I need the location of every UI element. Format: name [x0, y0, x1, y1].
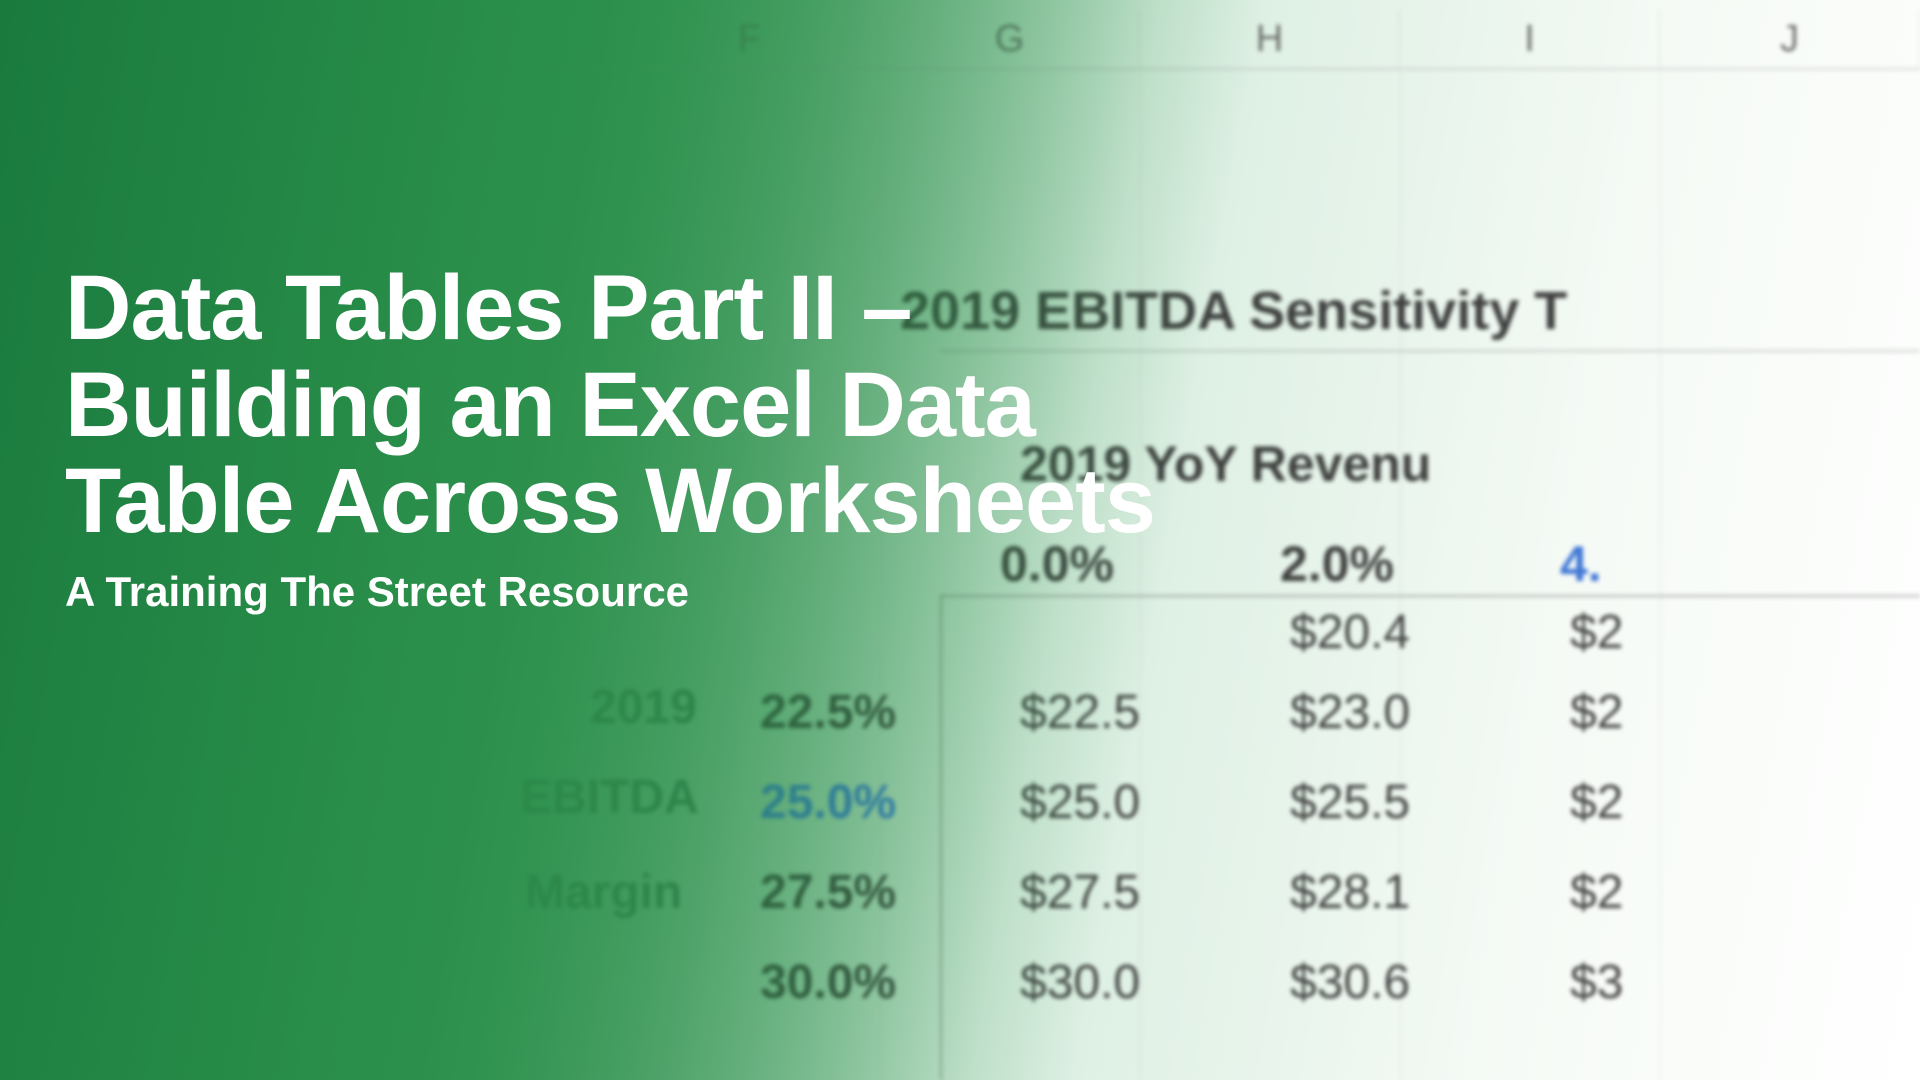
col-header-e: E	[340, 10, 620, 68]
title-line-3: Table Across Worksheets	[65, 453, 1720, 550]
title-block: Data Tables Part II – Building an Excel …	[65, 260, 1720, 616]
data-cell: $30.6	[1290, 955, 1410, 1010]
title-line-1: Data Tables Part II –	[65, 260, 1720, 357]
margin-pct-cell: 22.5%	[760, 685, 896, 740]
margin-pct-cell: 30.0%	[760, 955, 896, 1010]
data-cell: $3	[1570, 955, 1623, 1010]
main-title: Data Tables Part II – Building an Excel …	[65, 260, 1720, 550]
faint-cell: 25.0%	[190, 775, 326, 830]
col-header-d: D	[0, 10, 340, 68]
column-headers-row: D E F G H I J	[0, 10, 1920, 70]
data-cell: $27.5	[1020, 865, 1140, 920]
data-cell: $22.5	[1020, 685, 1140, 740]
title-line-2: Building an Excel Data	[65, 357, 1720, 454]
col-header-f: F	[620, 10, 880, 68]
row-label-margin: Margin	[525, 865, 682, 920]
data-cell: $25.0	[1020, 775, 1140, 830]
data-cell: $25.5	[1290, 775, 1410, 830]
row-label-2019: 2019	[590, 680, 697, 735]
data-cell: $2	[1570, 685, 1623, 740]
data-cell: $2	[1570, 865, 1623, 920]
subtitle: A Training The Street Resource	[65, 568, 1720, 616]
data-cell: $23.0	[1290, 685, 1410, 740]
col-header-j: J	[1660, 10, 1920, 68]
row-label-ebitda: EBITDA	[520, 770, 699, 825]
margin-pct-cell: 27.5%	[760, 865, 896, 920]
table-border	[940, 595, 942, 1080]
col-header-g: G	[880, 10, 1140, 68]
col-header-h: H	[1140, 10, 1400, 68]
data-cell: $2	[1570, 775, 1623, 830]
data-cell: $30.0	[1020, 955, 1140, 1010]
col-header-i: I	[1400, 10, 1660, 68]
margin-pct-cell-highlight: 25.0%	[760, 775, 896, 830]
data-cell: $28.1	[1290, 865, 1410, 920]
